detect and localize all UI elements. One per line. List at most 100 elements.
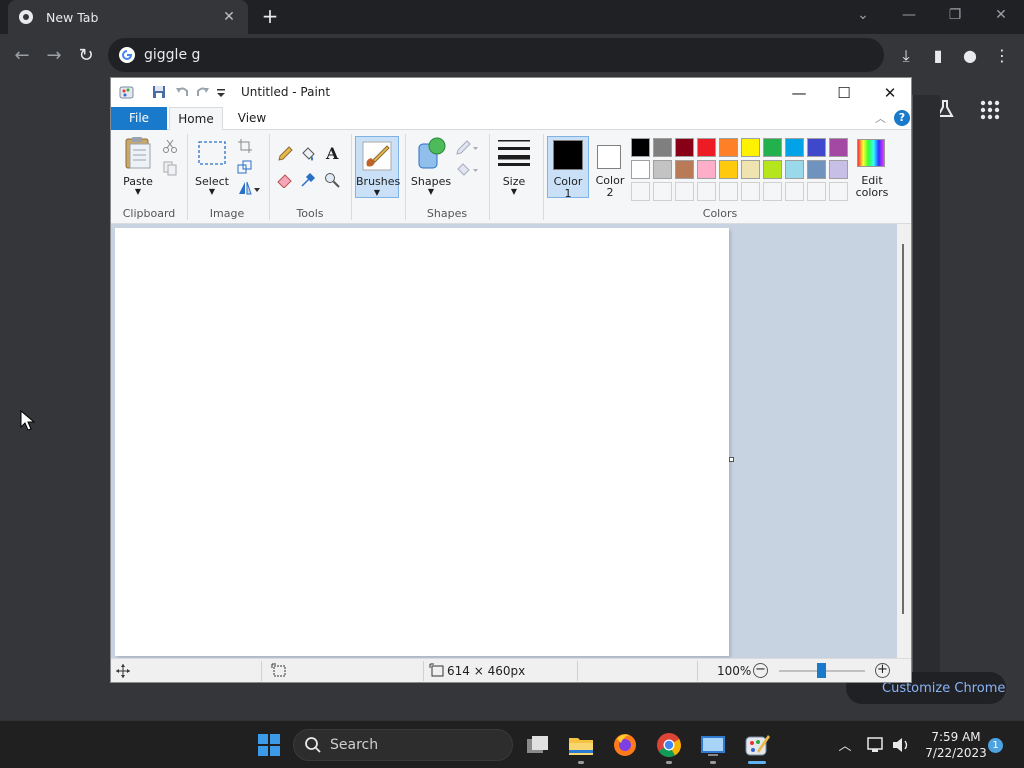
palette-swatch[interactable]	[675, 160, 694, 179]
undo-icon[interactable]	[174, 84, 190, 100]
paste-dropdown-icon[interactable]: ▼	[121, 187, 155, 196]
palette-swatch[interactable]	[697, 138, 716, 157]
save-icon[interactable]	[151, 84, 167, 100]
show-hidden-icons-icon[interactable]: ︿	[836, 735, 854, 754]
google-apps-icon[interactable]	[978, 98, 1002, 122]
cut-icon[interactable]	[162, 138, 178, 154]
chrome-restore-button[interactable]: ❐	[940, 4, 970, 26]
eraser-icon[interactable]	[277, 172, 293, 188]
palette-swatch[interactable]	[785, 138, 804, 157]
chrome-close-button[interactable]: ✕	[986, 4, 1016, 26]
palette-swatch[interactable]	[829, 138, 848, 157]
omnibox[interactable]: giggle g	[108, 38, 884, 72]
palette-custom-slot[interactable]	[697, 182, 716, 201]
palette-swatch[interactable]	[653, 138, 672, 157]
size-dropdown-icon[interactable]: ▼	[493, 187, 535, 196]
pencil-icon[interactable]	[277, 146, 293, 162]
download-icon[interactable]: ⤓	[894, 44, 918, 68]
customize-qat-icon[interactable]	[215, 84, 227, 100]
palette-custom-slot[interactable]	[631, 182, 650, 201]
control-panel-icon[interactable]	[699, 731, 727, 759]
new-tab-button[interactable]: +	[259, 5, 281, 27]
palette-swatch[interactable]	[653, 160, 672, 179]
taskbar-search[interactable]: Search	[293, 729, 513, 761]
file-explorer-icon[interactable]	[567, 731, 595, 759]
palette-swatch[interactable]	[785, 160, 804, 179]
fill-icon[interactable]	[300, 146, 316, 162]
chrome-tab-new-tab[interactable]: New Tab ✕	[8, 0, 248, 34]
fill-shape-icon[interactable]	[455, 162, 479, 178]
paint-app-icon[interactable]	[119, 84, 135, 100]
rotate-icon[interactable]	[237, 180, 261, 196]
chrome-icon[interactable]	[655, 731, 683, 759]
palette-custom-slot[interactable]	[653, 182, 672, 201]
shapes-dropdown-icon[interactable]: ▼	[409, 187, 453, 196]
brushes-button[interactable]: Brushes ▼	[355, 136, 400, 198]
magnifier-icon[interactable]	[324, 172, 340, 188]
paint-minimize-button[interactable]: —	[779, 81, 819, 105]
palette-custom-slot[interactable]	[829, 182, 848, 201]
palette-swatch[interactable]	[719, 160, 738, 179]
palette-swatch[interactable]	[741, 160, 760, 179]
palette-swatch[interactable]	[829, 160, 848, 179]
resize-icon[interactable]	[237, 159, 253, 175]
paint-maximize-button[interactable]: ☐	[824, 81, 864, 105]
notification-badge[interactable]: 1	[988, 738, 1003, 753]
palette-swatch[interactable]	[807, 138, 826, 157]
vertical-scrollbar[interactable]	[897, 224, 911, 658]
back-icon[interactable]: ←	[10, 44, 34, 68]
canvas-resize-handle-right[interactable]	[729, 457, 734, 462]
palette-custom-slot[interactable]	[741, 182, 760, 201]
palette-swatch[interactable]	[719, 138, 738, 157]
profile-icon[interactable]: ●	[958, 44, 982, 68]
firefox-icon[interactable]	[611, 731, 639, 759]
taskbar-clock[interactable]: 7:59 AM 7/22/2023	[918, 729, 994, 761]
edit-colors-button[interactable]: Edit colors	[851, 136, 893, 199]
volume-icon[interactable]	[891, 736, 911, 754]
tab-close-icon[interactable]: ✕	[220, 9, 238, 25]
color2-button[interactable]: Color 2	[591, 136, 631, 199]
palette-custom-slot[interactable]	[719, 182, 738, 201]
chrome-minimize-button[interactable]: —	[894, 4, 924, 26]
palette-swatch[interactable]	[763, 138, 782, 157]
shapes-icon[interactable]	[415, 136, 449, 170]
paint-close-button[interactable]: ✕	[870, 81, 910, 105]
palette-custom-slot[interactable]	[763, 182, 782, 201]
minimize-ribbon-icon[interactable]: ︿	[875, 110, 886, 126]
tab-search-icon[interactable]: ⌄	[848, 4, 878, 26]
task-view-icon[interactable]	[523, 731, 551, 759]
select-dropdown-icon[interactable]: ▼	[191, 187, 233, 196]
zoom-slider-thumb[interactable]	[817, 663, 826, 678]
palette-swatch[interactable]	[631, 160, 650, 179]
paint-taskbar-icon[interactable]	[743, 731, 771, 759]
paint-titlebar[interactable]: Untitled - Paint — ☐ ✕	[111, 78, 911, 107]
chrome-menu-icon[interactable]: ⋮	[990, 44, 1014, 68]
zoom-in-button[interactable]: +	[875, 663, 890, 678]
drawing-canvas[interactable]	[115, 228, 729, 656]
palette-custom-slot[interactable]	[785, 182, 804, 201]
select-icon[interactable]	[197, 140, 227, 166]
crop-icon[interactable]	[237, 138, 253, 154]
palette-swatch[interactable]	[675, 138, 694, 157]
reload-icon[interactable]: ↻	[74, 44, 98, 68]
network-icon[interactable]	[866, 736, 886, 754]
palette-custom-slot[interactable]	[675, 182, 694, 201]
side-panel-icon[interactable]: ▮	[926, 44, 950, 68]
palette-custom-slot[interactable]	[807, 182, 826, 201]
forward-icon[interactable]: →	[42, 44, 66, 68]
zoom-out-button[interactable]: −	[753, 663, 768, 678]
tab-view[interactable]: View	[229, 107, 275, 130]
color-picker-icon[interactable]	[300, 172, 316, 188]
palette-swatch[interactable]	[631, 138, 650, 157]
tab-home[interactable]: Home	[169, 107, 223, 131]
palette-swatch[interactable]	[763, 160, 782, 179]
palette-swatch[interactable]	[741, 138, 760, 157]
color1-button[interactable]: Color 1	[547, 136, 589, 200]
size-icon[interactable]	[498, 138, 530, 166]
tab-file[interactable]: File	[111, 107, 167, 130]
palette-swatch[interactable]	[697, 160, 716, 179]
palette-swatch[interactable]	[807, 160, 826, 179]
vertical-scrollbar-thumb[interactable]	[902, 244, 904, 614]
help-icon[interactable]: ?	[894, 110, 910, 126]
windows-start-icon[interactable]	[255, 731, 283, 759]
